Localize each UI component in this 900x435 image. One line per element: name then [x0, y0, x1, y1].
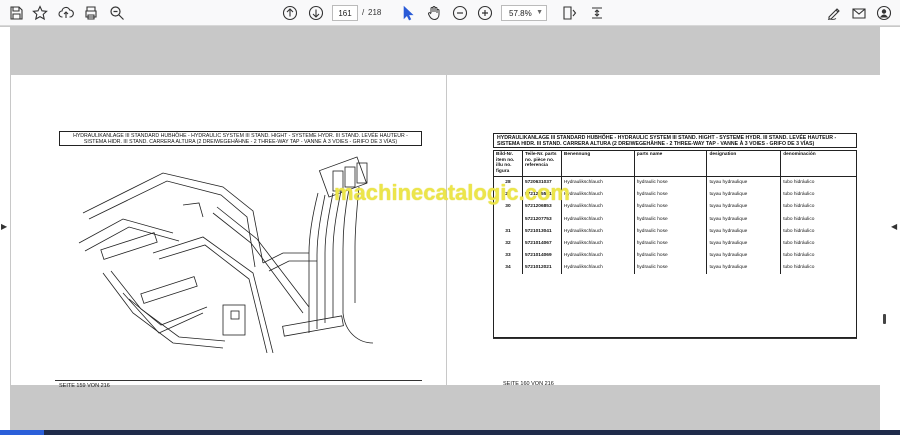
name-es: tubo hidráulico — [780, 261, 857, 274]
column-header: designation — [706, 150, 782, 177]
left-page-footer-rule — [55, 380, 422, 381]
name-es: tubo hidráulico — [780, 225, 857, 238]
page-total: 218 — [368, 8, 382, 17]
name-fr: tuyau hydraulique — [706, 176, 782, 189]
page-fit-icon[interactable] — [560, 3, 580, 23]
name-es: tubo hidráulico — [780, 176, 857, 189]
save-icon[interactable] — [6, 3, 26, 23]
left-panel-toggle[interactable]: ▶ — [0, 27, 10, 435]
bookmark-star-icon[interactable] — [30, 3, 50, 23]
taskbar-strip — [0, 430, 900, 435]
name-en: hydraulic hose — [633, 213, 708, 226]
name-de: Hydraulikschlauch — [560, 176, 635, 189]
zoom-in-icon[interactable] — [475, 3, 495, 23]
item-number: 33 — [493, 249, 523, 262]
viewer-background — [10, 27, 880, 75]
chevron-left-icon: ◀ — [891, 222, 898, 231]
name-en: hydraulic hose — [633, 188, 708, 201]
name-es: tubo hidráulico — [780, 237, 857, 250]
chevron-right-icon: ▶ — [1, 222, 8, 231]
left-page-number: SEITE 159 VON 216 — [59, 383, 110, 389]
name-de: Hydraulikschlauch — [560, 188, 635, 201]
name-es: tubo hidráulico — [780, 200, 857, 214]
column-header: Bild-Nr. item no. illu no. figura — [493, 150, 523, 177]
print-icon[interactable] — [81, 3, 101, 23]
name-fr: tuyau hydraulique — [706, 249, 782, 262]
column-header: Teile-Nr. parts no. pièce no. referencia — [521, 150, 562, 177]
document-viewer[interactable]: ▶ ◀ HYDRAULIKANLAGE III STANDARD HUBHÖHE… — [0, 27, 900, 435]
name-de: Hydraulikschlauch — [560, 249, 635, 262]
left-page: HYDRAULIKANLAGE III STANDARD HUBHÖHE - H… — [11, 75, 446, 389]
name-en: hydraulic hose — [633, 237, 708, 250]
scrollbar-thumb[interactable] — [883, 314, 886, 324]
name-fr: tuyau hydraulique — [706, 200, 782, 214]
part-number: 5721014069 — [521, 249, 562, 262]
watermark-text: machinecatalogic.com — [334, 180, 570, 205]
item-number — [493, 213, 523, 226]
part-number: 5721013041 — [521, 225, 562, 238]
page-number-input[interactable]: 161 — [332, 5, 358, 21]
left-page-header: HYDRAULIKANLAGE III STANDARD HUBHÖHE - H… — [59, 131, 422, 146]
previous-page-icon[interactable] — [280, 3, 300, 23]
name-en: hydraulic hose — [633, 200, 708, 214]
name-de: Hydraulikschlauch — [560, 261, 635, 274]
upload-cloud-icon[interactable] — [56, 3, 76, 23]
parts-table: Bild-Nr. item no. illu no. figura Teile-… — [493, 150, 857, 274]
name-de: Hydraulikschlauch — [560, 237, 635, 250]
table-row: 32 5721014067 Hydraulikschlauch hydrauli… — [493, 237, 857, 250]
name-es: tubo hidráulico — [780, 249, 857, 262]
item-number: 31 — [493, 225, 523, 238]
name-en: hydraulic hose — [633, 176, 708, 189]
taskbar-accent — [0, 430, 44, 435]
right-panel-toggle[interactable]: ◀ — [880, 27, 900, 435]
name-es: tubo hidráulico — [780, 188, 857, 201]
column-header: denominación — [780, 150, 857, 177]
table-row: 34 5721012021 Hydraulikschlauch hydrauli… — [493, 261, 857, 274]
right-page-footer-rule — [493, 338, 857, 339]
zoom-level-value: 57.8% — [509, 8, 532, 18]
zoom-out-icon[interactable] — [450, 3, 470, 23]
name-de: Hydraulikschlauch — [560, 225, 635, 238]
name-de: Hydraulikschlauch — [560, 200, 635, 214]
part-number: 5721207753 — [521, 213, 562, 226]
table-row: 33 5721014069 Hydraulikschlauch hydrauli… — [493, 249, 857, 262]
page-separator: / — [362, 8, 365, 17]
chevron-down-icon: ▼ — [536, 9, 543, 16]
name-fr: tuyau hydraulique — [706, 225, 782, 238]
name-en: hydraulic hose — [633, 225, 708, 238]
column-header: Benennung — [560, 150, 635, 177]
right-page: HYDRAULIKANLAGE III STANDARD HUBHÖHE - H… — [447, 75, 882, 387]
name-de: Hydraulikschlauch — [560, 213, 635, 226]
name-fr: tuyau hydraulique — [706, 188, 782, 201]
account-icon[interactable] — [874, 3, 894, 23]
parts-table-header: Bild-Nr. item no. illu no. figura Teile-… — [493, 150, 857, 177]
sign-pen-icon[interactable] — [824, 3, 844, 23]
name-fr: tuyau hydraulique — [706, 237, 782, 250]
part-number: 5721014067 — [521, 237, 562, 250]
zoom-level-select[interactable]: 57.8% ▼ — [501, 5, 547, 21]
table-row: 31 5721013041 Hydraulikschlauch hydrauli… — [493, 225, 857, 238]
item-number: 34 — [493, 261, 523, 274]
name-fr: tuyau hydraulique — [706, 213, 782, 226]
scroll-mode-icon[interactable] — [587, 3, 607, 23]
name-es: tubo hidráulico — [780, 213, 857, 226]
right-page-number: SEITE 160 VON 216 — [503, 381, 554, 387]
column-header: parts name — [633, 150, 708, 177]
select-cursor-icon[interactable] — [398, 3, 418, 23]
pdf-toolbar: 161 / 218 57.8% ▼ — [0, 0, 900, 26]
name-en: hydraulic hose — [633, 261, 708, 274]
find-zoom-icon[interactable] — [107, 3, 127, 23]
name-en: hydraulic hose — [633, 249, 708, 262]
item-number: 32 — [493, 237, 523, 250]
table-row: 5721207753 Hydraulikschlauch hydraulic h… — [493, 213, 857, 226]
right-page-header: HYDRAULIKANLAGE III STANDARD HUBHÖHE - H… — [493, 133, 857, 148]
name-fr: tuyau hydraulique — [706, 261, 782, 274]
next-page-icon[interactable] — [306, 3, 326, 23]
email-icon[interactable] — [849, 3, 869, 23]
part-number: 5721012021 — [521, 261, 562, 274]
hand-tool-icon[interactable] — [424, 3, 444, 23]
